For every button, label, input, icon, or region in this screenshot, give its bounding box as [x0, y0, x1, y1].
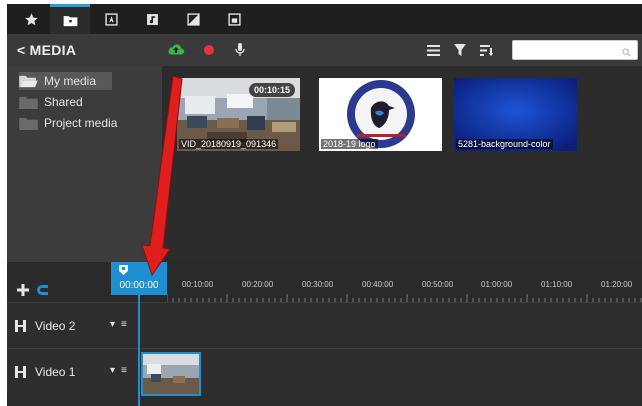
- tick-label: 01:00:00: [481, 280, 513, 289]
- timeline-header: 00:00:00 00:10:00 00:20:00 00:30:00 00:4…: [7, 262, 642, 302]
- film-strip-icon: [15, 320, 26, 332]
- tick-label: 00:50:00: [422, 280, 454, 289]
- media-item-background[interactable]: 5281-background-color: [454, 78, 577, 151]
- track-label: Video 2: [35, 319, 76, 333]
- folder-label: Project media: [44, 116, 118, 130]
- record-button[interactable]: [203, 40, 215, 60]
- folder-my-media[interactable]: My media: [19, 72, 112, 90]
- overlays-tab[interactable]: [214, 4, 254, 34]
- timeline-controls: [17, 284, 50, 296]
- top-toolbar: [7, 4, 642, 34]
- track-video-1: Video 1 ▾ ≡: [7, 348, 642, 396]
- transition-icon: [186, 12, 200, 26]
- media-item-video[interactable]: 00:10:15 VID_20180919_091346: [177, 78, 300, 151]
- track-label: Video 1: [35, 365, 76, 379]
- media-item-logo[interactable]: 2018-19 logo: [319, 78, 442, 151]
- cloud-upload-icon: [168, 44, 185, 55]
- media-item-label: 5281-background-color: [456, 139, 553, 149]
- folder-project-media[interactable]: Project media: [19, 114, 159, 132]
- tick-label: 00:40:00: [362, 280, 394, 289]
- current-time: 00:00:00: [119, 280, 159, 291]
- video-editor-app: < MEDIA My media Shared Project media 00…: [7, 4, 642, 406]
- menu-icon[interactable]: ≡: [121, 319, 127, 330]
- tick-label: 00:30:00: [302, 280, 334, 289]
- timeline-clip[interactable]: [141, 352, 201, 396]
- music-tab[interactable]: [132, 4, 172, 34]
- folder-label: Shared: [44, 95, 83, 109]
- transitions-tab[interactable]: [173, 4, 213, 34]
- tick-label: 00:10:00: [182, 280, 214, 289]
- list-view-button[interactable]: [427, 40, 440, 60]
- track-video-2: Video 2 ▾ ≡: [7, 302, 642, 348]
- folder-panel: My media Shared Project media: [7, 66, 162, 262]
- record-audio-button[interactable]: [235, 40, 245, 60]
- playhead-line: [138, 295, 140, 406]
- record-icon: [204, 45, 214, 55]
- tick-label: 00:20:00: [242, 280, 274, 289]
- timeline-ruler[interactable]: [167, 294, 642, 302]
- media-search-input[interactable]: [512, 40, 638, 60]
- media-grid: 00:10:15 VID_20180919_091346 2018-19 log…: [162, 66, 642, 262]
- add-track-icon[interactable]: [17, 284, 29, 296]
- media-item-label: 2018-19 logo: [321, 139, 378, 149]
- track-controls: ▾ ≡: [110, 319, 127, 330]
- sort-button[interactable]: [480, 40, 493, 60]
- folder-icon: [19, 96, 38, 109]
- upload-button[interactable]: [167, 40, 185, 60]
- menu-icon[interactable]: ≡: [121, 365, 127, 376]
- playhead-handle[interactable]: 00:00:00: [111, 262, 167, 295]
- folder-shared[interactable]: Shared: [19, 93, 159, 111]
- media-header: < MEDIA: [7, 34, 642, 66]
- search-icon: [622, 44, 631, 62]
- clip-thumbnail: [143, 354, 199, 394]
- music-icon: [146, 13, 158, 25]
- filter-button[interactable]: [454, 40, 466, 60]
- film-strip-icon: [15, 366, 26, 378]
- text-tab[interactable]: [91, 4, 131, 34]
- magnet-snap-icon[interactable]: [37, 284, 50, 296]
- favorites-tab[interactable]: [11, 4, 51, 34]
- filter-icon: [454, 44, 466, 56]
- list-icon: [427, 44, 440, 56]
- tick-label: 01:20:00: [601, 280, 633, 289]
- star-icon: [24, 12, 38, 25]
- back-to-media-button[interactable]: < MEDIA: [17, 42, 76, 58]
- folder-label: My media: [44, 74, 97, 88]
- chevron-down-icon[interactable]: ▾: [110, 365, 115, 376]
- microphone-icon: [235, 43, 245, 56]
- playhead-marker-icon: [119, 265, 128, 275]
- media-tab[interactable]: [50, 4, 90, 34]
- duration-badge: 00:10:15: [248, 83, 295, 97]
- folder-icon: [63, 16, 77, 27]
- folder-open-icon: [19, 75, 38, 87]
- text-icon: [104, 12, 118, 26]
- tick-label: 01:10:00: [541, 280, 573, 289]
- media-item-label: VID_20180919_091346: [179, 139, 279, 149]
- overlay-icon: [227, 12, 241, 26]
- track-controls: ▾ ≡: [110, 365, 127, 376]
- sort-icon: [480, 44, 493, 56]
- folder-icon: [19, 117, 38, 130]
- chevron-down-icon[interactable]: ▾: [110, 319, 115, 330]
